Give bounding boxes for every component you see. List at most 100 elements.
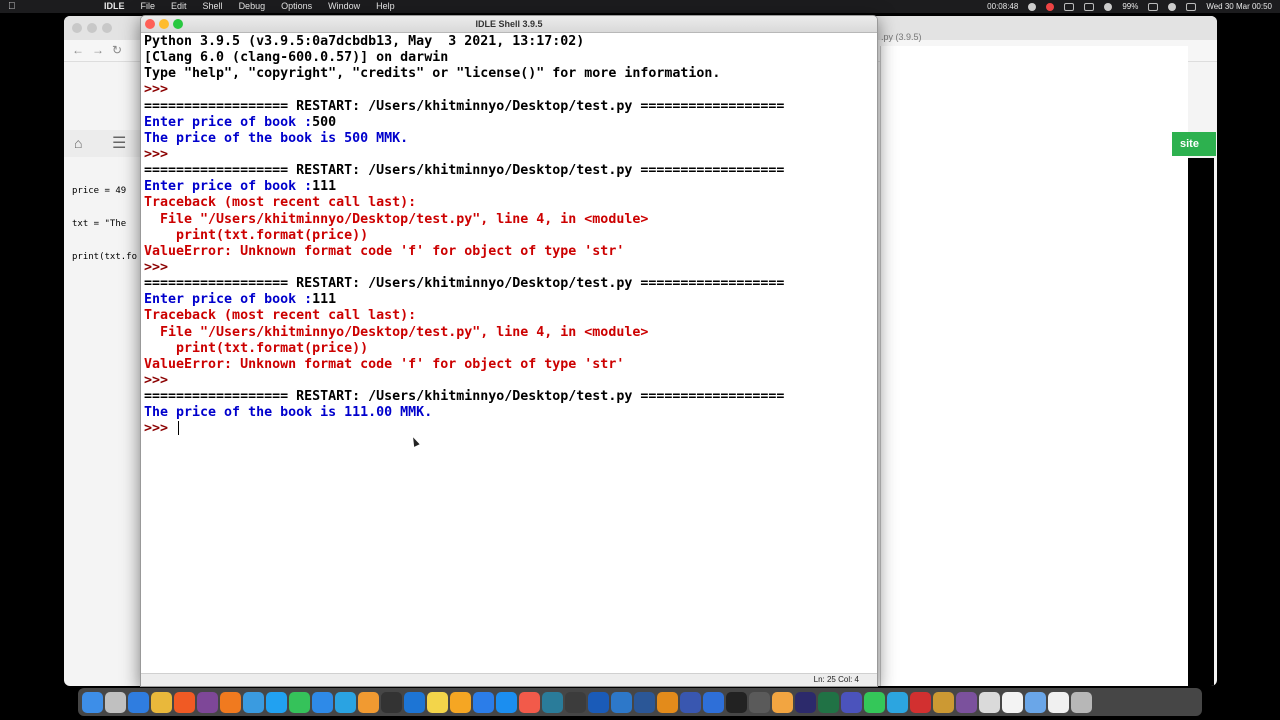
site-toolbar: ⌂ ☰ (64, 130, 140, 157)
cyberduck-icon[interactable] (933, 691, 954, 713)
shell-line: Traceback (most recent call last): (144, 195, 877, 211)
editor-pane: .py (3.9.5) (880, 32, 1188, 686)
code-line: price = 49 (72, 186, 127, 196)
visio-icon[interactable] (680, 691, 701, 713)
preview-icon[interactable] (979, 691, 1000, 713)
shell-line-text: ================== RESTART: /Users/khitm… (144, 389, 785, 405)
cisco-icon[interactable] (542, 691, 563, 713)
back-icon[interactable]: ← (72, 43, 84, 57)
menu-datetime[interactable]: Wed 30 Mar 00:50 (1206, 0, 1272, 13)
brave-icon[interactable] (174, 691, 195, 713)
forward-icon[interactable]: → (92, 43, 104, 57)
menu-debug[interactable]: Debug (231, 0, 274, 13)
safari-icon[interactable] (128, 691, 149, 713)
shell-line: The price of the book is 500 MMK. (144, 131, 877, 147)
excel-icon[interactable] (818, 691, 839, 713)
menu-shell[interactable]: Shell (195, 0, 231, 13)
shell-line-text: Enter price of book : (144, 292, 313, 308)
photoshop-icon[interactable] (795, 691, 816, 713)
window-zoom-button[interactable] (102, 23, 112, 33)
window-minimize-button[interactable] (87, 23, 97, 33)
shell-line-text: print(txt.format(price)) (144, 227, 369, 243)
sublime-icon[interactable] (358, 691, 379, 713)
shell-line-text: Enter price of book : (144, 179, 313, 195)
window-close-button[interactable] (72, 23, 82, 33)
menu-file[interactable]: File (133, 0, 164, 13)
v2ray-icon[interactable] (703, 691, 724, 713)
finder-icon[interactable] (82, 691, 103, 713)
photos-icon[interactable] (772, 691, 793, 713)
mail-icon[interactable] (312, 691, 333, 713)
chrome-icon[interactable] (151, 691, 172, 713)
docs-icon[interactable] (1048, 691, 1069, 713)
pages-icon[interactable] (450, 691, 471, 713)
pause-icon[interactable] (1028, 2, 1037, 11)
cursor-position: Ln: 25 Col: 4 (813, 675, 859, 684)
appstore-icon[interactable] (496, 691, 517, 713)
whatsapp-icon[interactable] (289, 691, 310, 713)
notes-icon[interactable] (427, 691, 448, 713)
zoom-button[interactable] (173, 19, 183, 29)
site-button[interactable]: site (1172, 132, 1216, 156)
keynote-icon[interactable] (473, 691, 494, 713)
viber-icon[interactable] (956, 691, 977, 713)
menu-edit[interactable]: Edit (163, 0, 195, 13)
search-icon[interactable] (1168, 2, 1177, 11)
vscode-icon[interactable] (243, 691, 264, 713)
shell-line: [Clang 6.0 (clang-600.0.57)] on darwin (144, 50, 877, 66)
menu-window[interactable]: Window (320, 0, 368, 13)
menu-bar:  IDLE File Edit Shell Debug Options Win… (0, 0, 1280, 13)
editor-title: .py (3.9.5) (881, 32, 922, 42)
claquette-icon[interactable] (749, 691, 770, 713)
close-button[interactable] (145, 19, 155, 29)
messages-icon[interactable] (864, 691, 885, 713)
shell-line: ================== RESTART: /Users/khitm… (144, 163, 877, 179)
word-icon[interactable] (634, 691, 655, 713)
cloud-icon[interactable] (1084, 2, 1095, 11)
control-center-icon[interactable] (1186, 2, 1197, 11)
launchpad-icon[interactable] (105, 691, 126, 713)
record-icon[interactable] (1046, 2, 1055, 11)
pen-icon[interactable] (1064, 2, 1075, 11)
pdf-icon[interactable] (910, 691, 931, 713)
telegram-icon[interactable] (335, 691, 356, 713)
network-icon[interactable] (611, 691, 632, 713)
menu-list: IDLE File Edit Shell Debug Options Windo… (96, 0, 403, 13)
textedit-icon[interactable] (1002, 691, 1023, 713)
shell-output[interactable]: Python 3.9.5 (v3.9.5:0a7dcbdb13, May 3 2… (144, 34, 877, 672)
github-icon[interactable] (381, 691, 402, 713)
shell-line: Enter price of book :111 (144, 179, 877, 195)
battery-icon[interactable] (1148, 2, 1159, 11)
shell-line: Type "help", "copyright", "credits" or "… (144, 66, 877, 82)
trash-icon[interactable] (1071, 691, 1092, 713)
reload-icon[interactable]: ↻ (112, 43, 122, 57)
tg-icon[interactable] (887, 691, 908, 713)
vpn-icon[interactable] (565, 691, 586, 713)
teams-icon[interactable] (841, 691, 862, 713)
shell-line: Enter price of book :111 (144, 292, 877, 308)
terminal-icon[interactable] (726, 691, 747, 713)
shell-line: Enter price of book :500 (144, 115, 877, 131)
tor-icon[interactable] (197, 691, 218, 713)
minimize-button[interactable] (159, 19, 169, 29)
shell-line-text: ValueError: Unknown format code 'f' for … (144, 356, 625, 372)
virtualbox-icon[interactable] (588, 691, 609, 713)
apple-icon[interactable]:  (8, 0, 16, 13)
home-icon[interactable]: ⌂ (74, 135, 82, 151)
shell-line-text: >>> (144, 146, 169, 162)
shell-line-text: >>> (144, 259, 169, 275)
wifi-icon[interactable] (1104, 2, 1113, 11)
menu-options[interactable]: Options (273, 0, 320, 13)
firefox-icon[interactable] (220, 691, 241, 713)
output-pane (1188, 158, 1214, 686)
shell-line: print(txt.format(price)) (144, 228, 877, 244)
folder-icon[interactable] (1025, 691, 1046, 713)
edge-icon[interactable] (266, 691, 287, 713)
menu-help[interactable]: Help (368, 0, 403, 13)
mysql-icon[interactable] (657, 691, 678, 713)
calendar-icon[interactable] (519, 691, 540, 713)
shell-line: ================== RESTART: /Users/khitm… (144, 389, 877, 405)
menu-app-name[interactable]: IDLE (96, 0, 133, 13)
menu-icon[interactable]: ☰ (112, 133, 126, 153)
xcode-icon[interactable] (404, 691, 425, 713)
